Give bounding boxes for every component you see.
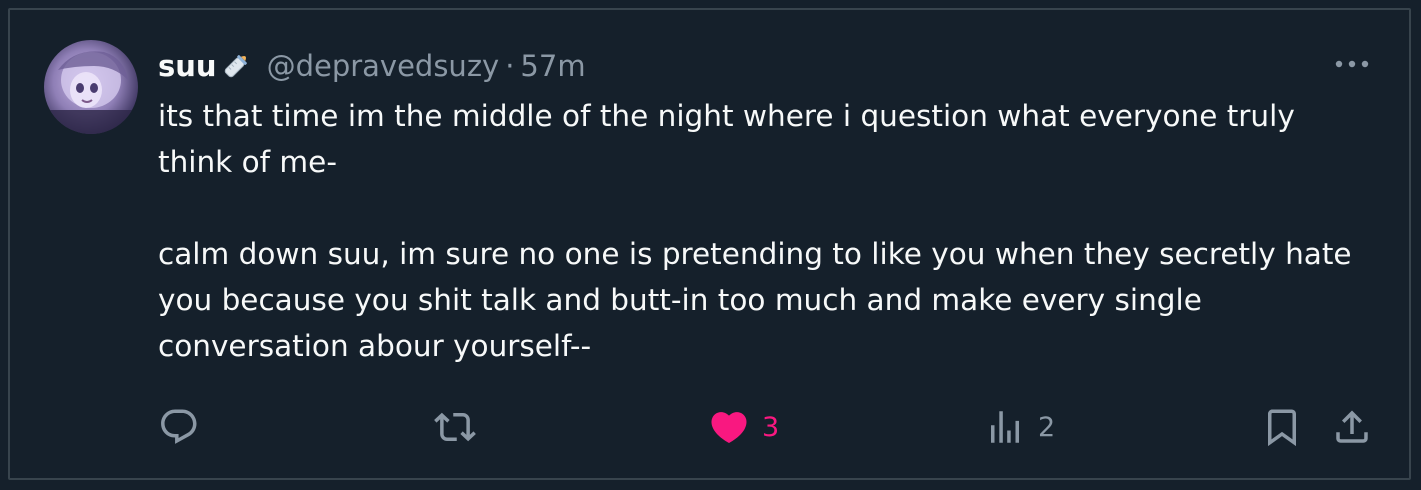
post-paragraph: calm down suu, im sure no one is pretend… [158, 237, 1352, 363]
timestamp[interactable]: 57m [520, 49, 585, 83]
repost-icon [434, 412, 476, 442]
reply-button[interactable] [158, 404, 212, 450]
avatar[interactable] [44, 40, 138, 134]
user-handle[interactable]: @depravedsuzy [267, 49, 500, 83]
post-paragraph: its that time im the middle of the night… [158, 99, 1295, 179]
avatar-image [44, 51, 138, 134]
views-count: 2 [1038, 411, 1056, 443]
reply-icon [161, 409, 197, 444]
post-header: suu @depravedsuzy · 57m [158, 44, 586, 88]
share-button[interactable] [1331, 404, 1373, 450]
views-button[interactable]: 2 [984, 404, 1055, 450]
bookmark-icon [1268, 409, 1296, 447]
like-button[interactable]: 3 [708, 404, 779, 450]
heart-icon [711, 412, 747, 444]
repost-button[interactable] [434, 404, 488, 450]
views-icon [991, 411, 1019, 443]
more-icon [1335, 60, 1369, 68]
post-text: its that time im the middle of the night… [158, 93, 1358, 369]
bookmark-button[interactable] [1261, 404, 1303, 450]
display-name[interactable]: suu [158, 49, 217, 83]
baby-bottle-icon [219, 49, 253, 83]
more-options-button[interactable] [1332, 48, 1372, 80]
like-count: 3 [762, 411, 780, 443]
share-icon [1336, 410, 1368, 443]
separator: · [505, 49, 515, 83]
